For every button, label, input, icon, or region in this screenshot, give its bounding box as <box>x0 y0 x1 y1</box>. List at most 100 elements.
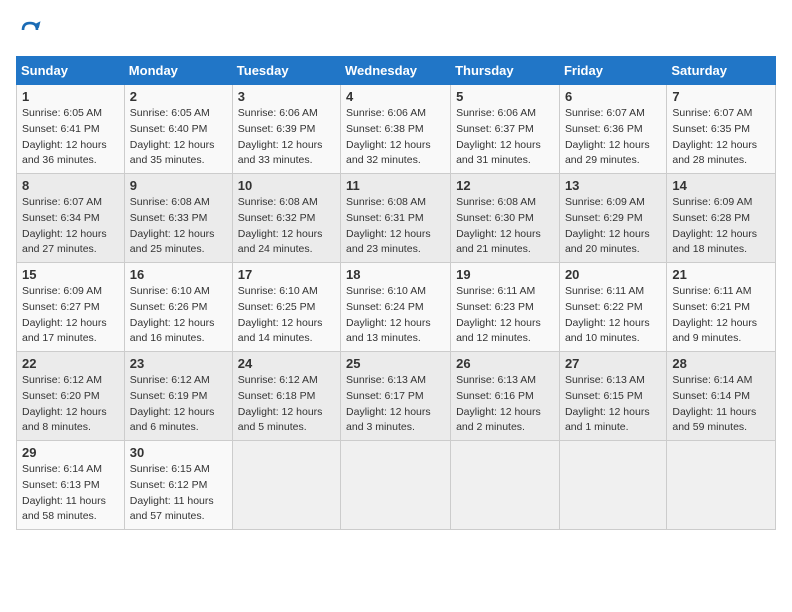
calendar-cell: 4 Sunrise: 6:06 AMSunset: 6:38 PMDaylight… <box>341 85 451 174</box>
day-number: 24 <box>238 356 335 371</box>
day-header-wednesday: Wednesday <box>341 57 451 85</box>
day-number: 9 <box>130 178 227 193</box>
day-header-thursday: Thursday <box>451 57 560 85</box>
calendar-cell <box>559 441 666 530</box>
calendar-cell: 16 Sunrise: 6:10 AMSunset: 6:26 PMDayligh… <box>124 263 232 352</box>
day-info: Sunrise: 6:07 AMSunset: 6:36 PMDaylight:… <box>565 106 661 169</box>
calendar-cell: 5 Sunrise: 6:06 AMSunset: 6:37 PMDaylight… <box>451 85 560 174</box>
day-info: Sunrise: 6:11 AMSunset: 6:21 PMDaylight:… <box>672 284 770 347</box>
calendar-cell: 24 Sunrise: 6:12 AMSunset: 6:18 PMDayligh… <box>232 352 340 441</box>
day-info: Sunrise: 6:07 AMSunset: 6:35 PMDaylight:… <box>672 106 770 169</box>
day-info: Sunrise: 6:09 AMSunset: 6:29 PMDaylight:… <box>565 195 661 258</box>
calendar-cell: 12 Sunrise: 6:08 AMSunset: 6:30 PMDayligh… <box>451 174 560 263</box>
day-number: 12 <box>456 178 554 193</box>
day-number: 4 <box>346 89 445 104</box>
day-number: 20 <box>565 267 661 282</box>
day-number: 16 <box>130 267 227 282</box>
day-number: 28 <box>672 356 770 371</box>
day-number: 10 <box>238 178 335 193</box>
calendar-cell: 29Sunrise: 6:14 AMSunset: 6:13 PMDayligh… <box>17 441 125 530</box>
day-info: Sunrise: 6:06 AMSunset: 6:37 PMDaylight:… <box>456 106 554 169</box>
day-info: Sunrise: 6:13 AMSunset: 6:15 PMDaylight:… <box>565 373 661 436</box>
calendar-cell: 15 Sunrise: 6:09 AMSunset: 6:27 PMDayligh… <box>17 263 125 352</box>
calendar-cell: 14 Sunrise: 6:09 AMSunset: 6:28 PMDayligh… <box>667 174 776 263</box>
day-info: Sunrise: 6:09 AMSunset: 6:28 PMDaylight:… <box>672 195 770 258</box>
day-info: Sunrise: 6:15 AMSunset: 6:12 PMDaylight:… <box>130 462 227 525</box>
calendar-cell: 11Sunrise: 6:08 AMSunset: 6:31 PMDayligh… <box>341 174 451 263</box>
day-number: 22 <box>22 356 119 371</box>
day-number: 6 <box>565 89 661 104</box>
calendar-cell <box>341 441 451 530</box>
week-row-5: 29Sunrise: 6:14 AMSunset: 6:13 PMDayligh… <box>17 441 776 530</box>
calendar-cell: 6 Sunrise: 6:07 AMSunset: 6:36 PMDaylight… <box>559 85 666 174</box>
day-info: Sunrise: 6:06 AMSunset: 6:38 PMDaylight:… <box>346 106 445 169</box>
calendar-cell: 2Sunrise: 6:05 AMSunset: 6:40 PMDaylight… <box>124 85 232 174</box>
day-number: 25 <box>346 356 445 371</box>
calendar-cell: 19 Sunrise: 6:11 AMSunset: 6:23 PMDayligh… <box>451 263 560 352</box>
calendar-cell: 18 Sunrise: 6:10 AMSunset: 6:24 PMDayligh… <box>341 263 451 352</box>
day-number: 5 <box>456 89 554 104</box>
calendar-cell: 10Sunrise: 6:08 AMSunset: 6:32 PMDayligh… <box>232 174 340 263</box>
calendar-cell <box>667 441 776 530</box>
calendar-cell: 3 Sunrise: 6:06 AMSunset: 6:39 PMDaylight… <box>232 85 340 174</box>
week-row-2: 8 Sunrise: 6:07 AMSunset: 6:34 PMDaylight… <box>17 174 776 263</box>
day-number: 8 <box>22 178 119 193</box>
day-number: 3 <box>238 89 335 104</box>
calendar-cell: 13Sunrise: 6:09 AMSunset: 6:29 PMDayligh… <box>559 174 666 263</box>
day-info: Sunrise: 6:09 AMSunset: 6:27 PMDaylight:… <box>22 284 119 347</box>
calendar-cell: 23 Sunrise: 6:12 AMSunset: 6:19 PMDayligh… <box>124 352 232 441</box>
calendar-cell: 28 Sunrise: 6:14 AMSunset: 6:14 PMDayligh… <box>667 352 776 441</box>
day-number: 26 <box>456 356 554 371</box>
day-info: Sunrise: 6:08 AMSunset: 6:30 PMDaylight:… <box>456 195 554 258</box>
day-info: Sunrise: 6:11 AMSunset: 6:22 PMDaylight:… <box>565 284 661 347</box>
calendar-cell: 26Sunrise: 6:13 AMSunset: 6:16 PMDayligh… <box>451 352 560 441</box>
day-info: Sunrise: 6:10 AMSunset: 6:24 PMDaylight:… <box>346 284 445 347</box>
calendar-cell: 17 Sunrise: 6:10 AMSunset: 6:25 PMDayligh… <box>232 263 340 352</box>
day-number: 18 <box>346 267 445 282</box>
day-info: Sunrise: 6:08 AMSunset: 6:33 PMDaylight:… <box>130 195 227 258</box>
day-info: Sunrise: 6:12 AMSunset: 6:19 PMDaylight:… <box>130 373 227 436</box>
days-header-row: SundayMondayTuesdayWednesdayThursdayFrid… <box>17 57 776 85</box>
calendar-cell: 25 Sunrise: 6:13 AMSunset: 6:17 PMDayligh… <box>341 352 451 441</box>
logo <box>16 16 48 44</box>
day-number: 27 <box>565 356 661 371</box>
day-number: 15 <box>22 267 119 282</box>
day-number: 11 <box>346 178 445 193</box>
day-info: Sunrise: 6:12 AMSunset: 6:18 PMDaylight:… <box>238 373 335 436</box>
day-info: Sunrise: 6:05 AMSunset: 6:41 PMDaylight:… <box>22 106 119 169</box>
day-number: 23 <box>130 356 227 371</box>
calendar-cell <box>232 441 340 530</box>
calendar-cell: 8 Sunrise: 6:07 AMSunset: 6:34 PMDaylight… <box>17 174 125 263</box>
week-row-3: 15 Sunrise: 6:09 AMSunset: 6:27 PMDayligh… <box>17 263 776 352</box>
day-header-tuesday: Tuesday <box>232 57 340 85</box>
day-info: Sunrise: 6:10 AMSunset: 6:26 PMDaylight:… <box>130 284 227 347</box>
day-number: 1 <box>22 89 119 104</box>
header <box>16 16 776 44</box>
logo-icon <box>16 16 44 44</box>
calendar-cell: 1 Sunrise: 6:05 AMSunset: 6:41 PMDaylight… <box>17 85 125 174</box>
calendar-cell: 22 Sunrise: 6:12 AMSunset: 6:20 PMDayligh… <box>17 352 125 441</box>
day-info: Sunrise: 6:13 AMSunset: 6:17 PMDaylight:… <box>346 373 445 436</box>
day-header-sunday: Sunday <box>17 57 125 85</box>
day-info: Sunrise: 6:14 AMSunset: 6:14 PMDaylight:… <box>672 373 770 436</box>
day-number: 30 <box>130 445 227 460</box>
calendar-table: SundayMondayTuesdayWednesdayThursdayFrid… <box>16 56 776 530</box>
day-info: Sunrise: 6:10 AMSunset: 6:25 PMDaylight:… <box>238 284 335 347</box>
day-info: Sunrise: 6:12 AMSunset: 6:20 PMDaylight:… <box>22 373 119 436</box>
day-number: 14 <box>672 178 770 193</box>
day-info: Sunrise: 6:06 AMSunset: 6:39 PMDaylight:… <box>238 106 335 169</box>
calendar-cell: 30 Sunrise: 6:15 AMSunset: 6:12 PMDayligh… <box>124 441 232 530</box>
day-info: Sunrise: 6:07 AMSunset: 6:34 PMDaylight:… <box>22 195 119 258</box>
calendar-cell: 21 Sunrise: 6:11 AMSunset: 6:21 PMDayligh… <box>667 263 776 352</box>
week-row-4: 22 Sunrise: 6:12 AMSunset: 6:20 PMDayligh… <box>17 352 776 441</box>
day-number: 2 <box>130 89 227 104</box>
day-number: 29 <box>22 445 119 460</box>
day-info: Sunrise: 6:11 AMSunset: 6:23 PMDaylight:… <box>456 284 554 347</box>
week-row-1: 1 Sunrise: 6:05 AMSunset: 6:41 PMDaylight… <box>17 85 776 174</box>
calendar-cell: 7Sunrise: 6:07 AMSunset: 6:35 PMDaylight… <box>667 85 776 174</box>
calendar-cell: 27 Sunrise: 6:13 AMSunset: 6:15 PMDayligh… <box>559 352 666 441</box>
day-number: 21 <box>672 267 770 282</box>
day-number: 17 <box>238 267 335 282</box>
day-number: 19 <box>456 267 554 282</box>
calendar-cell: 9 Sunrise: 6:08 AMSunset: 6:33 PMDaylight… <box>124 174 232 263</box>
